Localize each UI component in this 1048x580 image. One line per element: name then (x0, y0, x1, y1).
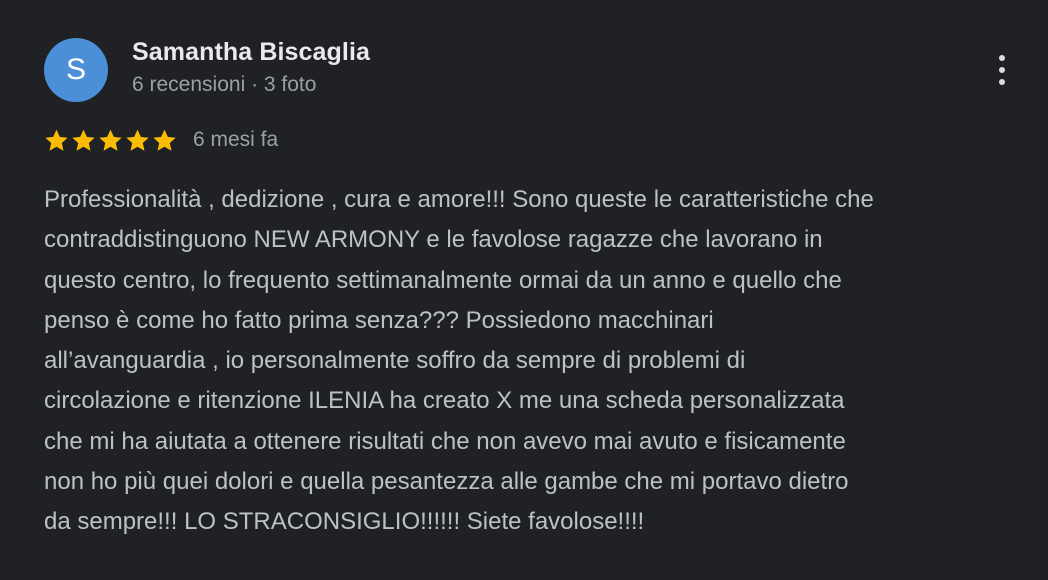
review-text-line: penso è come ho fatto prima senza??? Pos… (44, 306, 714, 334)
review-text-line: circolazione e ritenzione ILENIA ha crea… (44, 387, 845, 415)
star-icon (45, 129, 68, 151)
star-icon (99, 129, 122, 151)
review-text-line: questo centro, lo frequento settimanalme… (44, 266, 842, 294)
review-text-line: non ho più quei dolori e quella pesantez… (44, 468, 849, 496)
more-options-button[interactable] (986, 50, 1018, 90)
review-text-line: da sempre!!! LO STRACONSIGLIO!!!!!! Siet… (44, 508, 645, 536)
star-icon (153, 129, 176, 151)
review-text-line: Professionalità , dedizione , cura e amo… (44, 186, 874, 213)
more-vertical-icon-dot (999, 79, 1005, 85)
review-text-line: che mi ha aiutata a ottenere risultati c… (44, 427, 846, 455)
review-card: S Samantha Biscaglia 6 recensioni · 3 fo… (0, 0, 1048, 580)
review-text-line: all’avanguardia , io personalmente soffr… (44, 347, 746, 375)
review-date: 6 mesi fa (193, 128, 279, 151)
more-vertical-icon (999, 55, 1005, 61)
review-text: Professionalità , dedizione , cura e amo… (44, 180, 1034, 543)
avatar[interactable]: S (44, 38, 108, 102)
star-rating (44, 128, 177, 153)
author-meta: 6 recensioni · 3 foto (132, 73, 317, 96)
more-vertical-icon-dot (999, 67, 1005, 73)
rating-row: 6 mesi fa (44, 124, 278, 156)
star-icon (72, 129, 95, 151)
review-text-line: contraddistinguono NEW ARMONY e le favol… (44, 226, 823, 254)
star-icon (126, 129, 149, 151)
author-name[interactable]: Samantha Biscaglia (132, 38, 370, 67)
